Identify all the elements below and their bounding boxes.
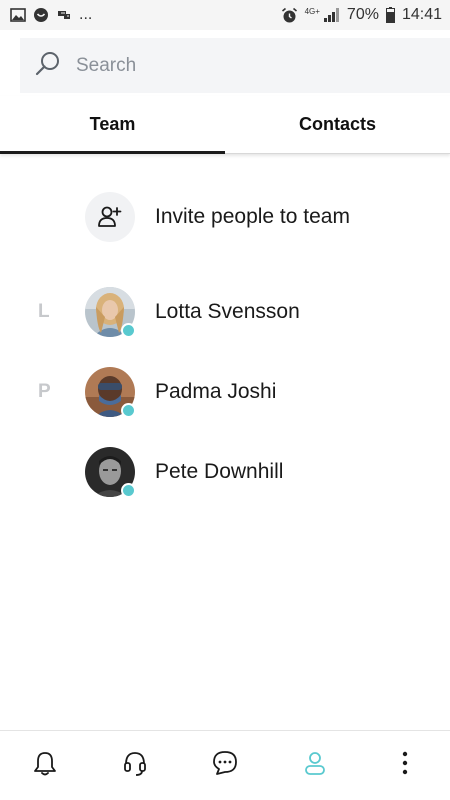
nav-messages[interactable] — [195, 736, 255, 796]
tab-bar: Team Contacts — [0, 96, 450, 154]
tab-team-label: Team — [89, 114, 136, 134]
list-item[interactable]: Pete Downhill — [0, 444, 450, 500]
list-item[interactable]: L Lotta Svensson — [0, 284, 450, 340]
avatar — [85, 287, 136, 338]
signal-icon — [323, 8, 340, 22]
headset-icon — [121, 749, 149, 782]
chat-bubble-icon — [211, 749, 239, 782]
section-letter: L — [38, 301, 50, 322]
alarm-icon — [281, 7, 298, 24]
invite-label: Invite people to team — [155, 205, 350, 228]
online-status-indicator — [121, 403, 136, 418]
online-status-indicator — [121, 483, 136, 498]
tab-contacts-label: Contacts — [298, 114, 376, 134]
tab-contacts[interactable]: Contacts — [225, 96, 450, 153]
nav-notifications[interactable] — [15, 736, 75, 796]
avatar — [85, 447, 136, 498]
invite-people-button[interactable]: Invite people to team — [85, 192, 350, 242]
status-bar: ... 4G+ 70% 14:41 — [0, 0, 450, 30]
person-icon — [301, 749, 329, 782]
nav-more[interactable] — [375, 736, 435, 796]
search-icon — [34, 49, 62, 82]
member-name: Pete Downhill — [155, 460, 284, 483]
nav-team[interactable] — [285, 736, 345, 796]
search-input[interactable] — [76, 54, 406, 77]
member-name: Padma Joshi — [155, 380, 277, 403]
app-notification-icon — [33, 7, 49, 23]
network-type: 4G+ — [304, 6, 320, 16]
search-bar[interactable] — [20, 38, 450, 93]
bottom-navigation — [0, 730, 450, 800]
gallery-icon — [10, 8, 26, 22]
online-status-indicator — [121, 323, 136, 338]
clock: 14:41 — [401, 6, 442, 23]
more-vertical-icon — [391, 749, 419, 782]
battery-percent: 70% — [346, 6, 379, 23]
app-logo-icon — [56, 7, 72, 23]
tab-team[interactable]: Team — [0, 96, 225, 154]
battery-icon — [385, 7, 395, 23]
add-person-icon — [85, 192, 135, 242]
list-item[interactable]: P Padma Joshi — [0, 364, 450, 420]
overflow-indicator: ... — [79, 6, 93, 23]
member-name: Lotta Svensson — [155, 300, 300, 323]
section-letter: P — [38, 381, 51, 402]
nav-support[interactable] — [105, 736, 165, 796]
avatar — [85, 367, 136, 418]
bell-icon — [31, 749, 59, 782]
